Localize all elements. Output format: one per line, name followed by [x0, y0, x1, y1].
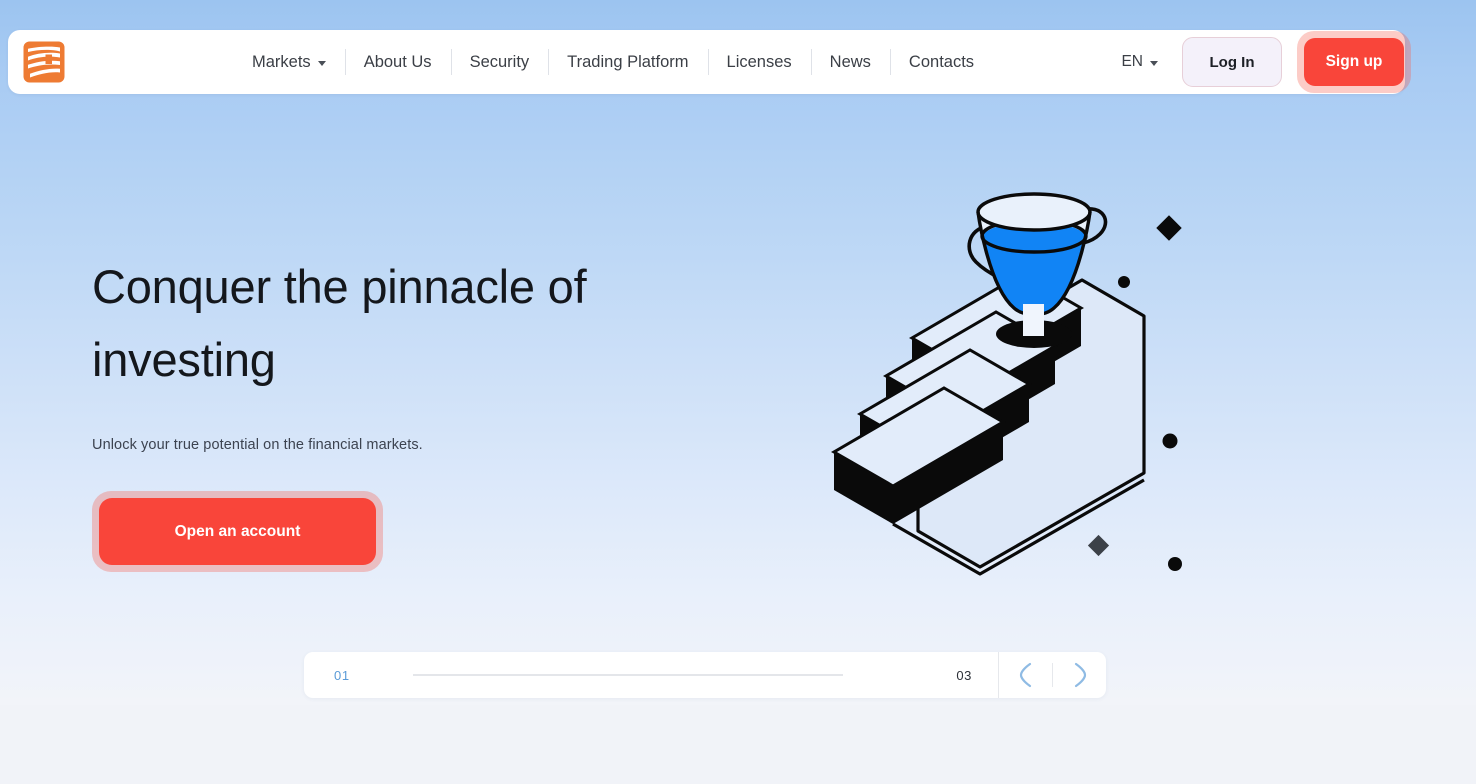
hero-page: Markets About Us Security Trading Platfo… [0, 0, 1476, 784]
signup-button-glow: Sign up [1297, 31, 1411, 93]
page-title: Conquer the pinnacle of investing [92, 260, 587, 386]
nav-item-label: Licenses [726, 53, 792, 71]
main-navigation: Markets About Us Security Trading Platfo… [233, 47, 993, 77]
nav-item-label: Contacts [908, 53, 975, 71]
language-selector[interactable]: EN [1121, 53, 1158, 71]
carousel-arrows [998, 652, 1106, 698]
decor-dot-medium [1162, 433, 1178, 449]
chevron-down-icon [317, 60, 326, 66]
next-section-background [0, 705, 1476, 784]
nav-item-contacts[interactable]: Contacts [889, 47, 993, 77]
next-arrow-icon [1074, 662, 1086, 688]
hero-content: Conquer the pinnacle of investing Unlock… [92, 250, 712, 572]
nav-item-licenses[interactable]: Licenses [707, 47, 811, 77]
site-logo[interactable] [21, 40, 66, 85]
illustration-svg [831, 192, 1182, 576]
logo-mark-icon [23, 41, 64, 83]
hero-subtitle: Unlock your true potential on the financ… [92, 437, 423, 453]
decor-diamond-large [1156, 215, 1182, 241]
cta-glow: Open an account [92, 491, 383, 572]
carousel-progress-track[interactable] [412, 674, 843, 676]
prev-arrow-icon [1019, 662, 1031, 688]
carousel-prev-button[interactable] [999, 652, 1052, 698]
carousel-current-slide: 01 [334, 667, 350, 683]
decor-dot-small [1118, 276, 1130, 288]
signup-button[interactable]: Sign up [1304, 38, 1404, 86]
login-button[interactable]: Log In [1182, 37, 1282, 87]
chevron-down-icon [1150, 60, 1158, 66]
open-account-button[interactable]: Open an account [99, 498, 376, 565]
nav-item-label: News [829, 53, 871, 71]
language-label: EN [1121, 53, 1143, 70]
nav-item-label: Trading Platform [567, 53, 689, 71]
nav-item-security[interactable]: Security [450, 47, 549, 77]
site-header: Markets About Us Security Trading Platfo… [8, 30, 1411, 94]
nav-item-label: Security [469, 53, 530, 71]
nav-item-label: About Us [363, 53, 432, 71]
carousel-next-button[interactable] [1053, 652, 1106, 698]
nav-item-label: Markets [252, 53, 311, 71]
nav-item-markets[interactable]: Markets [233, 47, 345, 77]
trophy-on-stairs-illustration [812, 186, 1222, 606]
header-actions: EN Log In Sign up [1121, 30, 1411, 94]
decor-diamond-gray [1087, 534, 1110, 557]
hero-carousel-controls: 01 03 [304, 652, 1106, 698]
nav-item-news[interactable]: News [810, 47, 890, 77]
decor-dot-bottom [1168, 557, 1182, 571]
carousel-total-slides: 03 [956, 667, 972, 683]
nav-item-about-us[interactable]: About Us [344, 47, 451, 77]
nav-item-trading-platform[interactable]: Trading Platform [548, 47, 707, 77]
